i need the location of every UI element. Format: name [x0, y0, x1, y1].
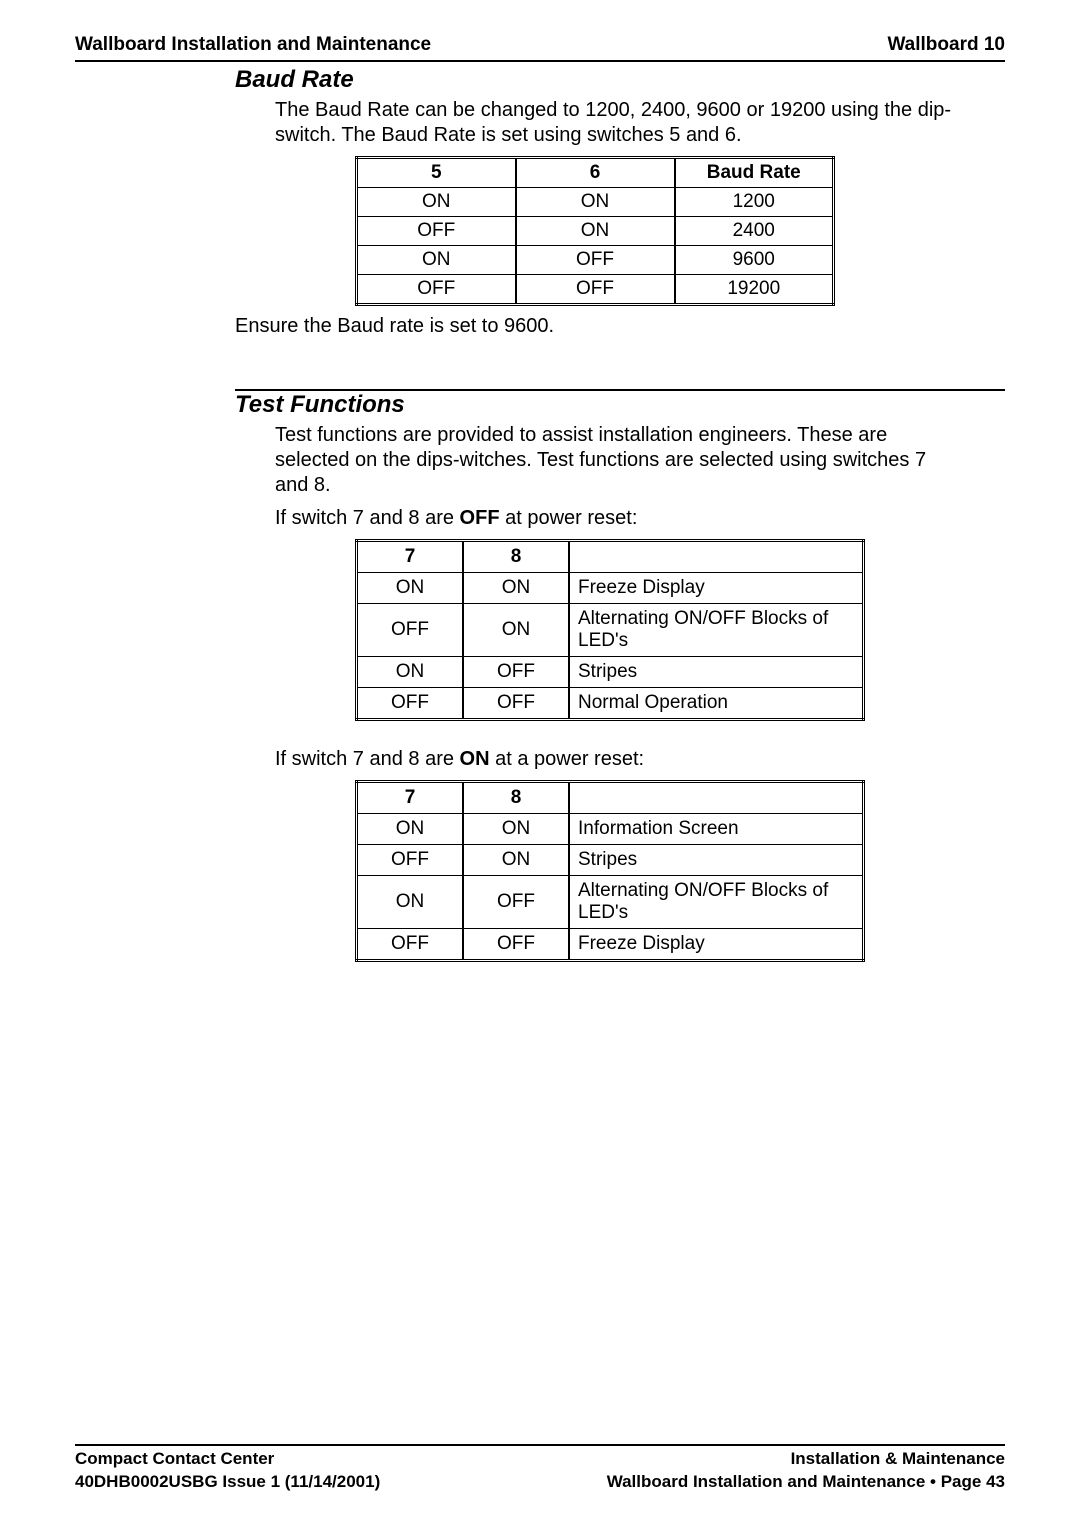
table-row: ON OFF Stripes: [357, 657, 864, 688]
cell: 2400: [675, 217, 834, 246]
condition-off: If switch 7 and 8 are OFF at power reset…: [275, 506, 965, 531]
cell: ON: [357, 657, 464, 688]
text-bold: OFF: [460, 507, 500, 529]
cell: OFF: [516, 246, 675, 275]
cell: OFF: [463, 929, 569, 961]
cell: OFF: [357, 217, 516, 246]
table-row: ON ON Information Screen: [357, 814, 864, 845]
col-header: 8: [463, 782, 569, 814]
cell: 19200: [675, 275, 834, 305]
text: If switch 7 and 8 are: [275, 507, 460, 529]
cell: OFF: [463, 876, 569, 929]
test-off-table: 7 8 ON ON Freeze Display OFF ON Alternat…: [355, 539, 865, 721]
cell: ON: [357, 573, 464, 604]
table-row: ON ON Freeze Display: [357, 573, 864, 604]
table-row: OFF ON Alternating ON/OFF Blocks of LED'…: [357, 604, 864, 657]
page-header: Wallboard Installation and Maintenance W…: [75, 34, 1005, 58]
cell: OFF: [357, 688, 464, 720]
cell: 1200: [675, 188, 834, 217]
baud-rate-note: Ensure the Baud rate is set to 9600.: [235, 314, 965, 339]
test-on-table: 7 8 ON ON Information Screen OFF ON Stri…: [355, 780, 865, 962]
footer-left-2: 40DHB0002USBG Issue 1 (11/14/2001): [75, 1471, 380, 1494]
page-footer: Compact Contact Center 40DHB0002USBG Iss…: [75, 1448, 1005, 1494]
cell: ON: [357, 814, 464, 845]
cell: OFF: [516, 275, 675, 305]
text: Wallboard Installation and Maintenance: [607, 1472, 930, 1491]
cell: Freeze Display: [569, 573, 864, 604]
col-header: 7: [357, 541, 464, 573]
table-header-row: 7 8: [357, 541, 864, 573]
cell: Alternating ON/OFF Blocks of LED's: [569, 876, 864, 929]
cell: ON: [516, 188, 675, 217]
table-row: ON OFF 9600: [357, 246, 834, 275]
table-row: OFF OFF 19200: [357, 275, 834, 305]
cell: ON: [463, 845, 569, 876]
header-right: Wallboard 10: [887, 34, 1005, 56]
col-header: 8: [463, 541, 569, 573]
footer-right-1: Installation & Maintenance: [607, 1448, 1005, 1471]
footer-rule: [75, 1444, 1005, 1446]
section-title-baud-rate: Baud Rate: [235, 66, 1005, 94]
page-content: Baud Rate The Baud Rate can be changed t…: [75, 62, 1005, 1444]
cell: OFF: [357, 845, 464, 876]
col-header: 6: [516, 158, 675, 188]
baud-rate-intro: The Baud Rate can be changed to 1200, 24…: [275, 98, 965, 148]
cell: ON: [463, 604, 569, 657]
table-row: ON OFF Alternating ON/OFF Blocks of LED'…: [357, 876, 864, 929]
table-row: OFF OFF Freeze Display: [357, 929, 864, 961]
condition-on: If switch 7 and 8 are ON at a power rese…: [275, 747, 965, 772]
cell: Normal Operation: [569, 688, 864, 720]
cell: Freeze Display: [569, 929, 864, 961]
cell: Stripes: [569, 657, 864, 688]
footer-right-2: Wallboard Installation and Maintenance •…: [607, 1471, 1005, 1494]
test-functions-intro: Test functions are provided to assist in…: [275, 423, 965, 498]
cell: Alternating ON/OFF Blocks of LED's: [569, 604, 864, 657]
baud-rate-table: 5 6 Baud Rate ON ON 1200 OFF ON 2400 ON …: [355, 156, 835, 306]
cell: ON: [516, 217, 675, 246]
text: at a power reset:: [490, 748, 645, 770]
cell: Stripes: [569, 845, 864, 876]
text: Page 43: [936, 1472, 1005, 1491]
section-title-test-functions: Test Functions: [235, 391, 1005, 419]
cell: ON: [357, 876, 464, 929]
col-header: Baud Rate: [675, 158, 834, 188]
table-header-row: 5 6 Baud Rate: [357, 158, 834, 188]
table-row: OFF ON 2400: [357, 217, 834, 246]
table-row: ON ON 1200: [357, 188, 834, 217]
cell: 9600: [675, 246, 834, 275]
header-left: Wallboard Installation and Maintenance: [75, 34, 431, 56]
cell: ON: [357, 246, 516, 275]
cell: OFF: [463, 688, 569, 720]
cell: ON: [463, 573, 569, 604]
text-bold: ON: [460, 748, 490, 770]
table-row: OFF ON Stripes: [357, 845, 864, 876]
col-header: [569, 541, 864, 573]
cell: OFF: [357, 929, 464, 961]
cell: OFF: [463, 657, 569, 688]
col-header: 7: [357, 782, 464, 814]
footer-left-1: Compact Contact Center: [75, 1448, 380, 1471]
text: If switch 7 and 8 are: [275, 748, 460, 770]
col-header: [569, 782, 864, 814]
col-header: 5: [357, 158, 516, 188]
cell: ON: [357, 188, 516, 217]
text: at power reset:: [500, 507, 638, 529]
table-header-row: 7 8: [357, 782, 864, 814]
cell: OFF: [357, 604, 464, 657]
cell: OFF: [357, 275, 516, 305]
cell: ON: [463, 814, 569, 845]
table-row: OFF OFF Normal Operation: [357, 688, 864, 720]
cell: Information Screen: [569, 814, 864, 845]
